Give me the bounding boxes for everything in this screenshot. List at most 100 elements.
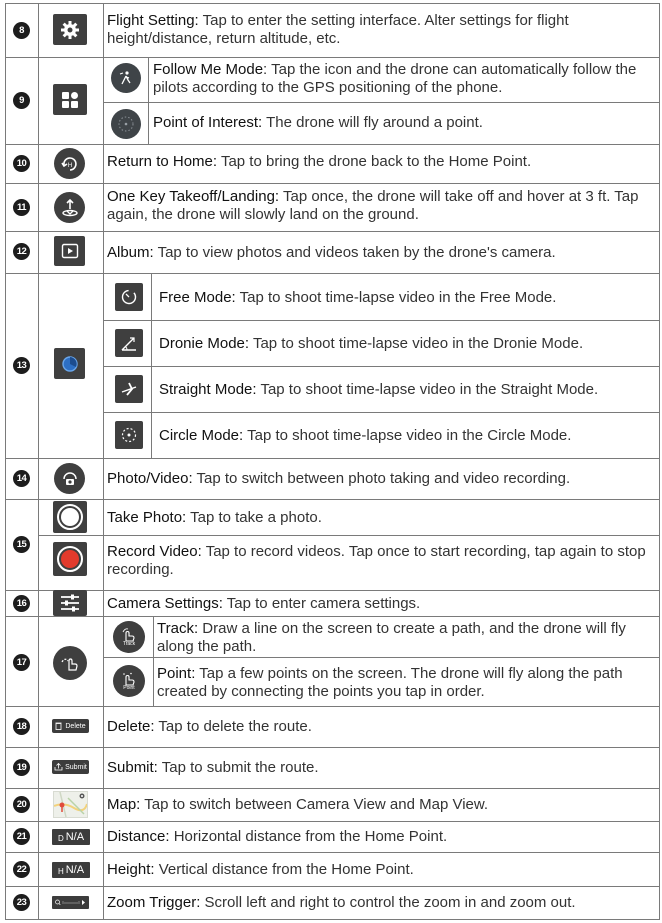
- subrow-divider: [103, 657, 660, 658]
- subrow-divider: [38, 535, 660, 536]
- row-description: Submit: Tap to submit the route.: [107, 759, 319, 776]
- row-number: 16: [13, 595, 30, 612]
- row-number: 8: [13, 22, 30, 39]
- row-number: 22: [13, 861, 30, 878]
- return-home-icon: H: [54, 148, 85, 179]
- subrow-description: Free Mode: Tap to shoot time-lapse video…: [159, 289, 557, 306]
- gear-icon: [53, 14, 87, 45]
- row-description: Photo/Video: Tap to switch between photo…: [107, 470, 571, 487]
- row-description: Zoom Trigger: Scroll left and right to c…: [107, 894, 576, 911]
- take-photo-icon: [53, 501, 87, 533]
- grid-icon: [53, 84, 87, 115]
- svg-text:H: H: [67, 163, 71, 169]
- submit-icon: Submit: [52, 760, 89, 774]
- row-number: 10: [13, 155, 30, 172]
- submit-icon-label: Submit: [65, 763, 87, 771]
- row-number: 18: [13, 718, 30, 735]
- row-divider: [5, 231, 660, 232]
- subrow-description: Point of Interest: The drone will fly ar…: [153, 114, 483, 131]
- row-description: Map: Tap to switch between Camera View a…: [107, 796, 489, 813]
- subrow-description: Track: Draw a line on the screen to crea…: [157, 620, 626, 655]
- subrow-divider: [103, 102, 660, 103]
- subrow-description: Record Video: Tap to record videos. Tap …: [107, 543, 646, 578]
- subrow-divider: [103, 320, 660, 321]
- row-number: 20: [13, 796, 30, 813]
- row-divider: [5, 273, 660, 274]
- map-icon: [53, 791, 88, 818]
- subcolumn-divider: [153, 616, 154, 706]
- row-number: 14: [13, 470, 30, 487]
- subrow-divider: [103, 366, 660, 367]
- row-description: Camera Settings: Tap to enter camera set…: [107, 595, 421, 612]
- row-description: Album: Tap to view photos and videos tak…: [107, 244, 556, 261]
- row-divider: [5, 821, 660, 822]
- row-divider: [5, 616, 660, 617]
- zoom-slider-icon: [52, 896, 89, 909]
- route-hand-icon: [53, 646, 87, 680]
- dronie-mode-icon: [115, 329, 143, 357]
- subrow-divider: [103, 412, 660, 413]
- feature-table: 8 Flight Setting: Tap to enter the setti…: [5, 3, 660, 920]
- follow-me-icon: [111, 63, 141, 93]
- point-of-interest-icon: [111, 109, 141, 139]
- point-icon-label: Point: [123, 684, 135, 691]
- row-description: Distance: Horizontal distance from the H…: [107, 828, 448, 845]
- subrow-description: Straight Mode: Tap to shoot time-lapse v…: [159, 381, 599, 398]
- point-icon: Point: [113, 665, 145, 697]
- takeoff-landing-icon: [54, 192, 85, 223]
- row-divider: [5, 458, 660, 459]
- height-icon-prefix: H: [57, 867, 64, 876]
- row-number: 13: [13, 357, 30, 374]
- column-divider-1: [38, 3, 39, 920]
- row-number: 21: [13, 828, 30, 845]
- subrow-description: Circle Mode: Tap to shoot time-lapse vid…: [159, 427, 572, 444]
- table-border-bottom: [5, 919, 660, 920]
- row-number: 15: [13, 536, 30, 553]
- delete-icon: Delete: [52, 719, 89, 733]
- row-description: Flight Setting: Tap to enter the setting…: [107, 12, 569, 47]
- subrow-description: Point: Tap a few points on the screen. T…: [157, 665, 623, 700]
- distance-icon-prefix: D: [57, 834, 64, 843]
- table-border-top: [5, 3, 660, 4]
- straight-mode-icon: [115, 375, 143, 403]
- sliders-icon: [53, 590, 87, 616]
- row-description: Delete: Tap to delete the route.: [107, 718, 312, 735]
- row-number: 17: [13, 654, 30, 671]
- row-divider: [5, 747, 660, 748]
- track-icon: Track: [113, 621, 145, 653]
- free-mode-icon: [115, 283, 143, 311]
- photo-video-switch-icon: [54, 463, 85, 494]
- track-icon-label: Track: [122, 640, 136, 647]
- table-border-left: [5, 3, 6, 920]
- timelapse-icon: [54, 348, 85, 379]
- row-divider: [5, 499, 660, 500]
- row-number: 23: [13, 894, 30, 911]
- row-divider: [5, 706, 660, 707]
- album-icon: [54, 236, 85, 266]
- distance-icon: D N/A: [52, 829, 90, 845]
- subrow-description: Dronie Mode: Tap to shoot time-lapse vid…: [159, 335, 584, 352]
- distance-icon-value: N/A: [65, 831, 85, 843]
- column-divider-2: [103, 3, 104, 920]
- record-video-icon: [53, 542, 87, 576]
- delete-icon-label: Delete: [65, 722, 86, 730]
- row-divider: [5, 144, 660, 145]
- height-icon-value: N/A: [65, 864, 85, 876]
- row-divider: [5, 183, 660, 184]
- row-description: Return to Home: Tap to bring the drone b…: [107, 153, 532, 170]
- row-number: 11: [13, 199, 30, 216]
- row-divider: [5, 788, 660, 789]
- subcolumn-divider: [148, 57, 149, 144]
- row-divider: [5, 886, 660, 887]
- height-icon: H N/A: [52, 862, 90, 878]
- subrow-description: Follow Me Mode: Tap the icon and the dro…: [153, 61, 637, 96]
- row-description: Height: Vertical distance from the Home …: [107, 861, 414, 878]
- subrow-description: Take Photo: Tap to take a photo.: [107, 509, 322, 526]
- table-border-right: [659, 3, 660, 920]
- row-divider: [5, 590, 660, 591]
- row-description: One Key Takeoff/Landing: Tap once, the d…: [107, 188, 639, 223]
- row-number: 19: [13, 759, 30, 776]
- row-divider: [5, 57, 660, 58]
- circle-mode-icon: [115, 421, 143, 449]
- row-number: 9: [13, 92, 30, 109]
